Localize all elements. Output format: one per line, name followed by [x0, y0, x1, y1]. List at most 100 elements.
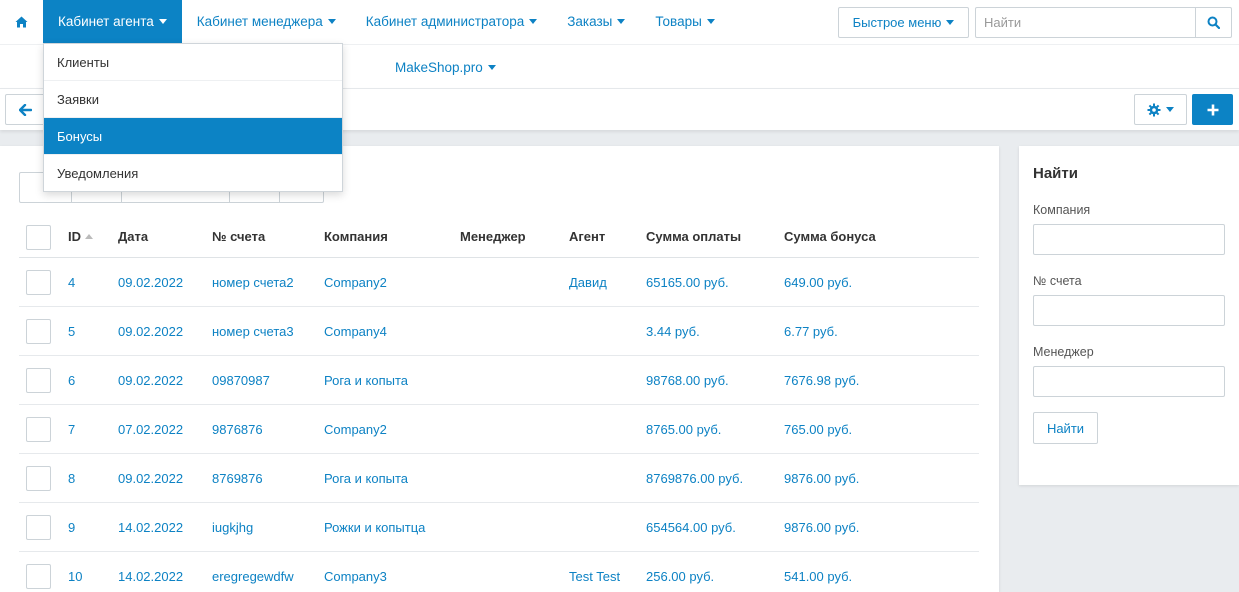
col-date-header[interactable]: Дата [118, 216, 148, 257]
table-row[interactable]: 9 14.02.2022 iugkjhg Рожки и копытца 654… [19, 503, 979, 552]
col-manager-header[interactable]: Менеджер [460, 216, 526, 257]
cell-payment[interactable]: 8765.00 руб. [646, 405, 721, 453]
sort-asc-icon [85, 234, 93, 239]
cell-company[interactable]: Рога и копыта [324, 356, 408, 404]
caret-down-icon [529, 19, 538, 24]
row-checkbox[interactable] [26, 270, 51, 295]
back-button[interactable] [5, 94, 45, 125]
cell-date[interactable]: 14.02.2022 [118, 503, 183, 551]
cell-date[interactable]: 09.02.2022 [118, 356, 183, 404]
cell-payment[interactable]: 98768.00 руб. [646, 356, 729, 404]
manager-field[interactable] [1033, 366, 1225, 397]
cell-bonus[interactable]: 7676.98 руб. [784, 356, 859, 404]
cell-date[interactable]: 09.02.2022 [118, 454, 183, 502]
col-id-label: ID [68, 229, 81, 244]
cell-payment[interactable]: 8769876.00 руб. [646, 454, 743, 502]
cell-payment[interactable]: 3.44 руб. [646, 307, 700, 355]
col-bonus-header[interactable]: Сумма бонуса [784, 216, 876, 257]
plus-icon [1207, 104, 1218, 115]
table-row[interactable]: 5 09.02.2022 номер счета3 Company4 3.44 … [19, 307, 979, 356]
caret-down-icon [487, 64, 496, 70]
col-id-header[interactable]: ID [68, 216, 93, 257]
cell-id[interactable]: 9 [68, 503, 75, 551]
quick-menu-button[interactable]: Быстрое меню [838, 7, 969, 38]
table-row[interactable]: 10 14.02.2022 eregregewdfw Company3 Test… [19, 552, 979, 592]
table-row[interactable]: 8 09.02.2022 8769876 Рога и копыта 87698… [19, 454, 979, 503]
menu-agent-cabinet[interactable]: Кабинет агента [43, 0, 182, 43]
settings-button[interactable] [1134, 94, 1187, 125]
cell-invoice[interactable]: iugkjhg [212, 503, 253, 551]
select-all-checkbox[interactable] [26, 224, 51, 250]
arrow-left-icon [18, 103, 32, 116]
cell-invoice[interactable]: eregregewdfw [212, 552, 294, 592]
caret-down-icon [158, 19, 167, 24]
cell-id[interactable]: 10 [68, 552, 82, 592]
quick-menu-label: Быстрое меню [852, 15, 942, 30]
cell-company[interactable]: Company2 [324, 258, 387, 306]
table-row[interactable]: 4 09.02.2022 номер счета2 Company2 Давид… [19, 258, 979, 307]
col-invoice-header[interactable]: № счета [212, 216, 265, 257]
cell-bonus[interactable]: 765.00 руб. [784, 405, 852, 453]
dropdown-item-clients[interactable]: Клиенты [44, 44, 342, 81]
cell-date[interactable]: 07.02.2022 [118, 405, 183, 453]
cell-id[interactable]: 6 [68, 356, 75, 404]
menu-orders[interactable]: Заказы [552, 0, 640, 43]
cell-payment[interactable]: 654564.00 руб. [646, 503, 736, 551]
table-row[interactable]: 6 09.02.2022 09870987 Рога и копыта 9876… [19, 356, 979, 405]
cell-invoice[interactable]: номер счета3 [212, 307, 294, 355]
find-button[interactable]: Найти [1033, 412, 1098, 444]
cell-bonus[interactable]: 6.77 руб. [784, 307, 838, 355]
dropdown-item-requests[interactable]: Заявки [44, 81, 342, 118]
menu-manager-cabinet[interactable]: Кабинет менеджера [182, 0, 351, 43]
cell-invoice[interactable]: номер счета2 [212, 258, 294, 306]
col-company-header[interactable]: Компания [324, 216, 388, 257]
invoice-field[interactable] [1033, 295, 1225, 326]
cell-bonus[interactable]: 649.00 руб. [784, 258, 852, 306]
cell-invoice[interactable]: 8769876 [212, 454, 263, 502]
row-checkbox[interactable] [26, 417, 51, 442]
search-input[interactable] [975, 7, 1196, 38]
row-checkbox[interactable] [26, 319, 51, 344]
cell-date[interactable]: 14.02.2022 [118, 552, 183, 592]
cell-id[interactable]: 8 [68, 454, 75, 502]
menu-admin-cabinet[interactable]: Кабинет администратора [351, 0, 553, 43]
row-checkbox[interactable] [26, 515, 51, 540]
col-payment-header[interactable]: Сумма оплаты [646, 216, 741, 257]
cell-id[interactable]: 4 [68, 258, 75, 306]
caret-down-icon [946, 20, 955, 25]
cell-agent[interactable]: Давид [569, 258, 607, 306]
cell-payment[interactable]: 256.00 руб. [646, 552, 714, 592]
cell-bonus[interactable]: 9876.00 руб. [784, 503, 859, 551]
main-menu-row: Кабинет агента Кабинет менеджера Кабинет… [0, 0, 730, 43]
cell-bonus[interactable]: 541.00 руб. [784, 552, 852, 592]
cell-id[interactable]: 5 [68, 307, 75, 355]
cell-payment[interactable]: 65165.00 руб. [646, 258, 729, 306]
cell-id[interactable]: 7 [68, 405, 75, 453]
row-checkbox[interactable] [26, 564, 51, 589]
manager-label: Менеджер [1033, 345, 1094, 359]
row-checkbox[interactable] [26, 466, 51, 491]
cell-company[interactable]: Company4 [324, 307, 387, 355]
menu-makeshop[interactable]: MakeShop.pro [380, 45, 511, 89]
table-row[interactable]: 7 07.02.2022 9876876 Company2 8765.00 ру… [19, 405, 979, 454]
col-date-label: Дата [118, 229, 149, 244]
company-field[interactable] [1033, 224, 1225, 255]
col-agent-header[interactable]: Агент [569, 216, 605, 257]
cell-date[interactable]: 09.02.2022 [118, 258, 183, 306]
cell-bonus[interactable]: 9876.00 руб. [784, 454, 859, 502]
cell-date[interactable]: 09.02.2022 [118, 307, 183, 355]
cell-company[interactable]: Company3 [324, 552, 387, 592]
cell-invoice[interactable]: 9876876 [212, 405, 263, 453]
cell-invoice[interactable]: 09870987 [212, 356, 270, 404]
menu-products[interactable]: Товары [640, 0, 729, 43]
cell-company[interactable]: Рожки и копытца [324, 503, 425, 551]
home-button[interactable] [0, 0, 43, 43]
search-button[interactable] [1195, 7, 1232, 38]
cell-agent[interactable]: Test Test [569, 552, 620, 592]
cell-company[interactable]: Рога и копыта [324, 454, 408, 502]
dropdown-item-notifications[interactable]: Уведомления [44, 155, 342, 192]
row-checkbox[interactable] [26, 368, 51, 393]
dropdown-item-bonuses[interactable]: Бонусы [44, 118, 342, 155]
add-button[interactable] [1192, 94, 1233, 125]
cell-company[interactable]: Company2 [324, 405, 387, 453]
